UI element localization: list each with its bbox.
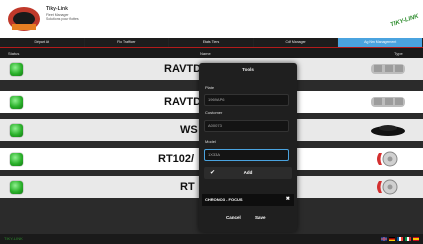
brand-logo [8,7,40,31]
plate-field[interactable]: 1969AP6 [204,94,289,106]
brand-title: Tiky-Link [46,6,68,12]
main-menu: Départ At Flo Trafficer Etats Tiers Cdf … [0,38,423,47]
add-button[interactable]: ✔ Add [204,167,292,179]
van-thumbnail-icon [371,97,405,107]
flag-uk-icon[interactable] [381,237,387,241]
selected-tag: CHRONO3 - FOCUS ✖ [202,194,294,206]
table-header: Status Name Type [0,47,423,58]
brake-disc-icon [377,179,398,195]
vehicle-plate: WS [180,124,198,136]
dialog-title: Tools [242,67,254,72]
flag-fr-icon[interactable] [397,237,403,241]
app-footer: TIKY-LINK [0,234,423,244]
model-field[interactable]: 1X33A [204,149,289,161]
tools-dialog: Tools Plate 1969AP6 Customer A00073 Mode… [199,63,297,232]
app-header: Tiky-Link Fleet Manager Solutions pour f… [0,0,423,38]
status-green-icon [10,95,23,109]
vehicle-plate: RAVTD [164,96,202,108]
van-thumbnail-icon [371,64,405,74]
flag-de-icon[interactable] [389,237,395,241]
footer-brand: TIKY-LINK [4,236,23,241]
tag-label: CHRONO3 - FOCUS [205,197,243,202]
menu-item-manager[interactable]: Cdf Manager [254,38,339,47]
cancel-button[interactable]: Cancel [226,215,241,220]
add-label: Add [243,170,253,175]
plate-label: Plate [205,85,215,90]
status-green-icon [10,152,23,166]
brand-tagline: Solutions pour flottes [46,17,79,21]
car-thumbnail-icon [371,125,405,136]
save-button[interactable]: Save [255,215,266,220]
menu-item-traffic[interactable]: Flo Trafficer [85,38,170,47]
customer-label: Customer [205,110,223,115]
remove-tag-icon[interactable]: ✖ [286,196,290,202]
vehicle-plate: RT102/ [158,153,195,165]
vehicle-plate: RAVTD [164,63,202,75]
flag-es-icon[interactable] [413,237,419,241]
language-flags [381,237,419,241]
column-status: Status [8,51,20,56]
flag-it-icon[interactable] [405,237,411,241]
status-green-icon [10,62,23,76]
brand-text: Tiky-Link Fleet Manager Solutions pour f… [46,6,79,21]
status-green-icon [10,180,23,194]
corner-logo: TIKY-LINK [389,13,420,29]
column-type: Type [394,51,403,56]
vehicle-plate: RT [180,181,195,193]
customer-field[interactable]: A00073 [204,120,289,132]
model-label: Model [205,139,216,144]
menu-item-etats[interactable]: Etats Tiers [169,38,254,47]
menu-item-management[interactable]: Ag Nm Management [338,38,423,47]
brake-disc-icon [377,151,398,167]
status-green-icon [10,123,23,137]
menu-item-depart[interactable]: Départ At [0,38,85,47]
column-name: Name [200,51,211,56]
app-window: Tiky-Link Fleet Manager Solutions pour f… [0,0,423,244]
